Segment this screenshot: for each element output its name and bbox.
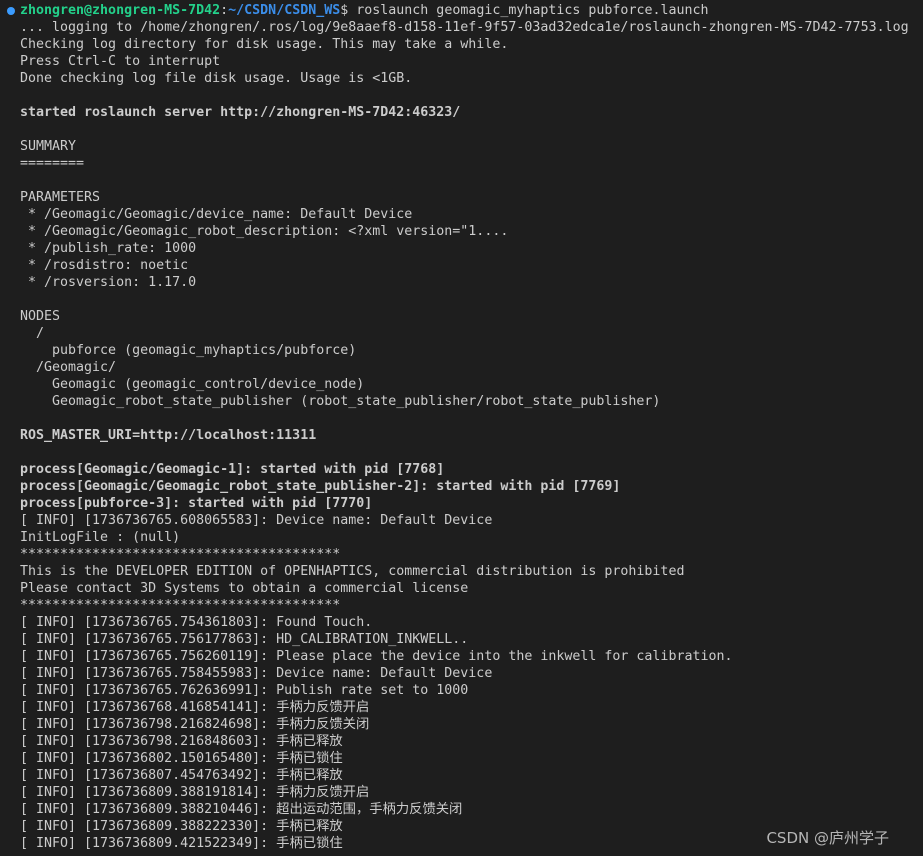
prompt-separator: : (220, 3, 229, 18)
prompt-command: roslaunch geomagic_myhaptics pubforce.la… (348, 3, 709, 18)
log-line: * /rosversion: 1.17.0 (20, 275, 197, 290)
log-line: [ INFO] [1736736768.416854141]: 手柄力反馈开启 (20, 700, 370, 715)
log-line: [ INFO] [1736736809.388210446]: 超出运动范围，手… (20, 802, 463, 817)
log-line: ... logging to /home/zhongren/.ros/log/9… (20, 20, 909, 35)
log-line: SUMMARY (20, 139, 77, 154)
log-line: NODES (20, 309, 61, 324)
log-line: [ INFO] [1736736765.754361803]: Found To… (20, 615, 373, 630)
log-line: pubforce (geomagic_myhaptics/pubforce) (20, 343, 357, 358)
terminal-output[interactable]: zhongren@zhongren-MS-7D42:~/CSDN/CSDN_WS… (0, 0, 923, 856)
prompt-user-host: zhongren@zhongren-MS-7D42 (20, 3, 221, 18)
prompt-status-dot-icon (7, 7, 15, 15)
log-line: * /Geomagic/Geomagic/device_name: Defaul… (20, 207, 413, 222)
log-line: PARAMETERS (20, 190, 101, 205)
log-line: started roslaunch server http://zhongren… (20, 105, 461, 120)
log-line: Geomagic_robot_state_publisher (robot_st… (20, 394, 661, 409)
log-line: [ INFO] [1736736765.758455983]: Device n… (20, 666, 493, 681)
log-line: Checking log directory for disk usage. T… (20, 37, 509, 52)
log-line: process[pubforce-3]: started with pid [7… (20, 496, 373, 511)
log-line: Geomagic (geomagic_control/device_node) (20, 377, 365, 392)
log-line: process[Geomagic/Geomagic_robot_state_pu… (20, 479, 621, 494)
log-line: [ INFO] [1736736802.150165480]: 手柄已锁住 (20, 751, 343, 766)
log-line: [ INFO] [1736736765.608065583]: Device n… (20, 513, 493, 528)
log-line: [ INFO] [1736736809.388191814]: 手柄力反馈开启 (20, 785, 370, 800)
log-line: This is the DEVELOPER EDITION of OPENHAP… (20, 564, 685, 579)
log-output: ... logging to /home/zhongren/.ros/log/9… (20, 19, 923, 852)
log-line: Press Ctrl-C to interrupt (20, 54, 221, 69)
log-line: **************************************** (20, 598, 341, 613)
log-line: [ INFO] [1736736807.454763492]: 手柄已释放 (20, 768, 343, 783)
log-line: ======== (20, 156, 85, 171)
log-line: / (20, 326, 45, 341)
log-line: InitLogFile : (null) (20, 530, 181, 545)
log-line: [ INFO] [1736736765.762636991]: Publish … (20, 683, 469, 698)
log-line: **************************************** (20, 547, 341, 562)
log-line: [ INFO] [1736736765.756260119]: Please p… (20, 649, 733, 664)
watermark: CSDN @庐州学子 (766, 829, 889, 847)
log-line: * /rosdistro: noetic (20, 258, 189, 273)
log-line: Please contact 3D Systems to obtain a co… (20, 581, 469, 596)
log-line: /Geomagic/ (20, 360, 117, 375)
log-line: [ INFO] [1736736798.216848603]: 手柄已释放 (20, 734, 343, 749)
log-line: * /publish_rate: 1000 (20, 241, 197, 256)
log-line: Done checking log file disk usage. Usage… (20, 71, 413, 86)
log-line: process[Geomagic/Geomagic-1]: started wi… (20, 462, 445, 477)
prompt-path: ~/CSDN/CSDN_WS (228, 3, 341, 18)
log-line: ROS_MASTER_URI=http://localhost:11311 (20, 428, 317, 443)
prompt-line: zhongren@zhongren-MS-7D42:~/CSDN/CSDN_WS… (20, 2, 923, 19)
log-line: [ INFO] [1736736765.756177863]: HD_CALIB… (20, 632, 469, 647)
log-line: * /Geomagic/Geomagic_robot_description: … (20, 224, 509, 239)
log-line: [ INFO] [1736736798.216824698]: 手柄力反馈关闭 (20, 717, 370, 732)
